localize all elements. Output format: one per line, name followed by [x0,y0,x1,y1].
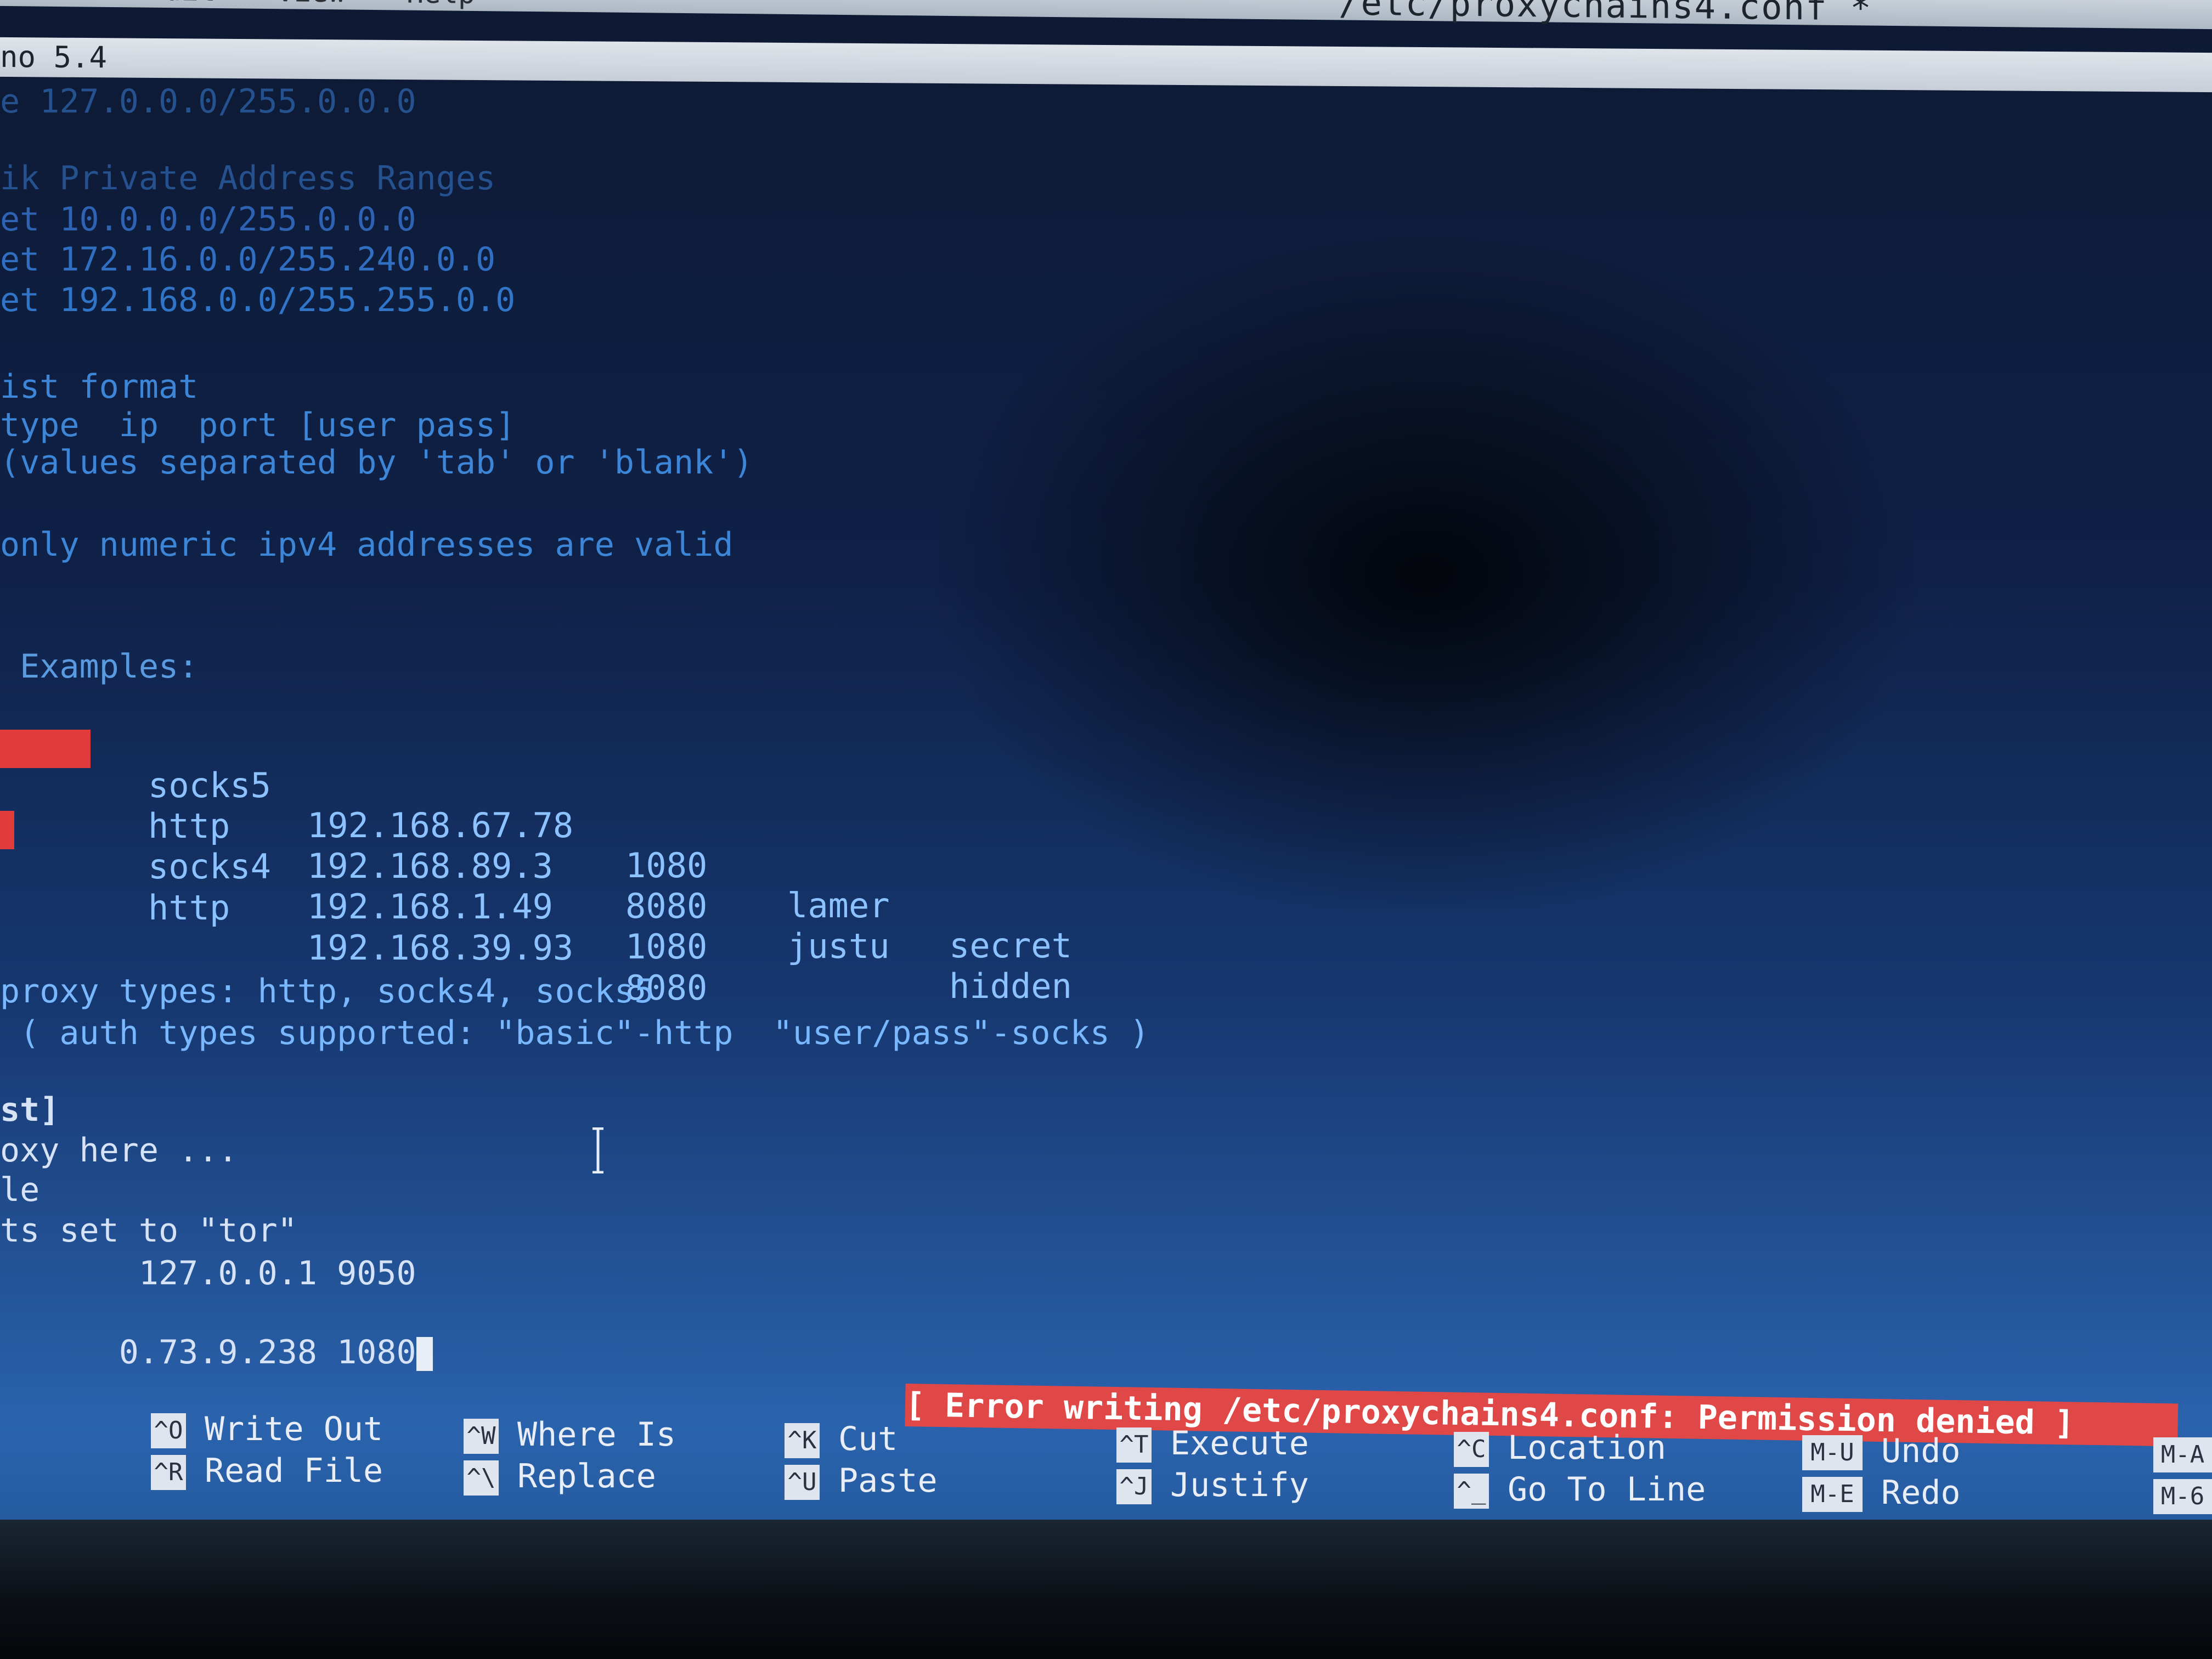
proxy-port: 1080 [625,845,708,885]
shortcut-label: Cut [838,1420,898,1458]
nano-version: no 5.4 [0,39,108,75]
proxy-pass: secret [949,926,1072,966]
shortcut-paste[interactable]: ^U Paste [785,1462,938,1500]
shortcut-label: Execute [1170,1424,1309,1463]
key-label: ^C [1454,1432,1489,1468]
shortcut-m-6[interactable]: M-6 [2153,1476,2212,1515]
file-line: e 127.0.0.0/255.0.0.0 [0,82,416,121]
menu-help[interactable]: Help [407,0,475,11]
shortcut-go-to-line[interactable]: ^_ Go To Line [1454,1470,1706,1509]
file-line: (values separated by 'tab' or 'blank') [0,443,753,482]
monitor-screen: tions Edit View Help /etc/proxychains4.c… [0,0,2212,1659]
file-line: et 10.0.0.0/255.0.0.0 [0,200,416,239]
menu-edit[interactable]: Edit [147,0,216,8]
current-line: 0.73.9.238 1080 [0,1295,433,1410]
proxy-ip: 192.168.67.78 [307,805,574,845]
file-line: ts set to "tor" [0,1211,297,1250]
file-line: ik Private Address Ranges [0,159,496,198]
file-line: et 172.16.0.0/255.240.0.0 [0,240,496,279]
highlight-block [0,730,91,768]
shortcut-read-file[interactable]: ^R Read File [151,1452,383,1491]
key-label: ^W [464,1419,499,1454]
key-label: ^K [785,1423,820,1459]
proxy-ip: 192.168.89.3 [307,846,553,886]
file-line: ist format [0,368,199,406]
file-line: st] [0,1091,60,1129]
key-label: ^R [151,1455,186,1491]
file-line: proxy types: http, socks4, socks5 [0,972,654,1011]
key-label: ^_ [1454,1474,1489,1509]
key-label: ^J [1116,1469,1152,1505]
key-label: M-E [1802,1477,1863,1513]
shortcut-cut[interactable]: ^K Cut [785,1420,898,1459]
window-title: /etc/proxychains4.conf * [1339,0,1872,29]
proxy-type: http [148,888,230,928]
shortcut-redo[interactable]: M-E Redo [1802,1474,1961,1513]
file-line: 127.0.0.1 9050 [0,1254,416,1293]
shortcut-replace[interactable]: ^\ Replace [464,1457,656,1496]
shortcut-label: Undo [1881,1432,1961,1470]
key-label: ^U [785,1465,820,1500]
shortcut-label: Location [1508,1429,1666,1467]
key-label: ^O [151,1413,186,1449]
proxy-user: lamer [787,885,890,926]
key-label: ^\ [464,1460,499,1496]
shortcut-label: Go To Line [1508,1470,1706,1509]
proxy-ip: 192.168.39.93 [307,928,574,968]
key-label: M-6 [2153,1479,2212,1515]
menu-options[interactable]: tions [0,0,86,7]
shortcut-label: Where Is [517,1415,676,1454]
file-line: only numeric ipv4 addresses are valid [0,526,733,564]
shortcut-execute[interactable]: ^T Execute [1116,1424,1309,1463]
proxy-user: justu [787,926,890,966]
key-label: ^T [1116,1427,1152,1463]
shortcut-label: Replace [517,1457,656,1496]
file-line: ( auth types supported: "basic"-http "us… [0,1014,1150,1052]
shortcut-label: Write Out [205,1410,383,1448]
file-line: type ip port [user pass] [0,406,516,444]
shortcut-label: Redo [1881,1474,1961,1512]
shortcut-location[interactable]: ^C Location [1454,1429,1666,1468]
menu-bar: tions Edit View Help /etc/proxychains4.c… [0,0,2212,30]
proxy-pass: hidden [949,966,1072,1006]
proxy-ip: 192.168.1.49 [307,887,553,927]
shortcut-label: Read File [205,1452,383,1490]
file-line: Examples: [0,647,199,686]
proxy-port: 1080 [625,927,708,967]
key-label: M-A [2153,1437,2212,1473]
shortcut-write-out[interactable]: ^O Write Out [151,1410,383,1449]
shortcut-bar: ^O Write Out ^R Read File ^W Where Is ^\ Rep… [0,1410,2212,1531]
shortcut-label: Justify [1170,1466,1309,1504]
shortcut-m-a[interactable]: M-A [2153,1434,2212,1473]
highlight-block [0,811,14,849]
shortcut-undo[interactable]: M-U Undo [1802,1432,1961,1471]
key-label: M-U [1802,1435,1863,1471]
file-line: 0.73.9.238 1080 [119,1333,416,1372]
shortcut-label: Paste [838,1462,938,1500]
file-line: le [0,1171,40,1209]
shortcut-justify[interactable]: ^J Justify [1116,1466,1309,1505]
menu-view[interactable]: View [276,0,345,9]
file-line: oxy here ... [0,1131,238,1170]
ibeam-cursor-icon [592,1127,603,1173]
proxy-port: 8080 [625,886,708,926]
file-line: et 192.168.0.0/255.255.0.0 [0,281,516,319]
shortcut-where-is[interactable]: ^W Where Is [464,1415,676,1454]
text-cursor [416,1337,433,1372]
monitor-bezel [0,1520,2212,1659]
